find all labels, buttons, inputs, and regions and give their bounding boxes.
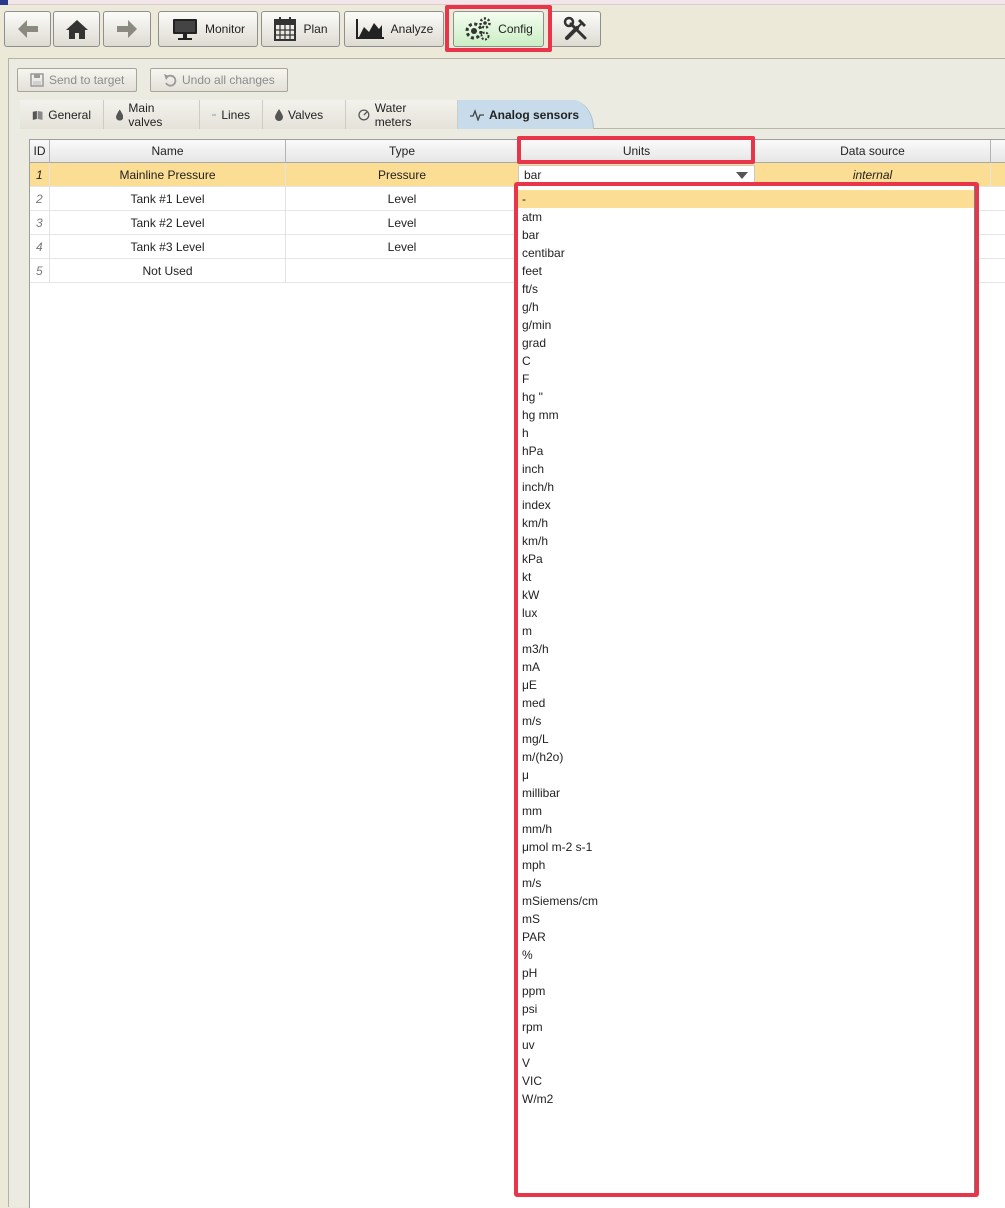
row-type[interactable] <box>286 259 519 283</box>
monitor-button[interactable]: Monitor <box>158 11 258 47</box>
row-type[interactable]: Level <box>286 187 519 211</box>
lines-icon <box>212 113 217 116</box>
tools-icon <box>563 16 586 40</box>
forward-button[interactable] <box>103 11 151 47</box>
column-header-id[interactable]: ID <box>30 140 50 163</box>
tab-general[interactable]: General <box>20 100 104 129</box>
plan-label: Plan <box>303 22 328 36</box>
book-icon <box>32 110 43 120</box>
back-button[interactable] <box>4 11 51 47</box>
undo-icon <box>164 74 177 87</box>
units-dropdown-highlight <box>514 182 979 1197</box>
water-drop-icon <box>116 108 124 121</box>
analyze-label: Analyze <box>390 22 434 36</box>
send-to-target-label: Send to target <box>49 73 125 87</box>
monitor-icon <box>172 19 197 40</box>
tab-lines-label: Lines <box>221 107 250 122</box>
tools-button[interactable] <box>550 11 601 47</box>
tab-valves[interactable]: Valves <box>263 100 346 129</box>
row-id: 1 <box>30 163 50 187</box>
send-to-target-button[interactable]: Send to target <box>17 68 138 92</box>
plan-button[interactable]: Plan <box>261 11 340 47</box>
tab-valves-label: Valves <box>288 107 324 122</box>
analyze-button[interactable]: Analyze <box>344 11 444 47</box>
tab-analog-sensors-label: Analog sensors <box>489 107 580 122</box>
pulse-icon <box>470 108 484 121</box>
row-name[interactable]: Not Used <box>50 259 286 283</box>
tab-main-valves-label: Main valves <box>128 100 163 129</box>
undo-all-changes-button[interactable]: Undo all changes <box>150 68 288 92</box>
tab-general-label: General <box>48 107 91 122</box>
monitor-label: Monitor <box>204 22 245 36</box>
area-chart-icon <box>355 19 384 39</box>
undo-all-changes-label: Undo all changes <box>182 73 275 87</box>
row-id: 4 <box>30 235 50 259</box>
arrow-right-icon <box>117 20 137 38</box>
row-id: 3 <box>30 211 50 235</box>
config-highlight <box>445 5 552 52</box>
home-button[interactable] <box>53 11 100 47</box>
config-tabs: General Main valves Lines Valves Water m… <box>20 100 1005 129</box>
row-name[interactable]: Mainline Pressure <box>50 163 286 187</box>
home-icon <box>65 20 88 39</box>
row-id: 5 <box>30 259 50 283</box>
column-header-data-source[interactable]: Data source <box>755 140 991 163</box>
row-name[interactable]: Tank #1 Level <box>50 187 286 211</box>
units-header-highlight <box>517 136 755 164</box>
row-name[interactable]: Tank #2 Level <box>50 211 286 235</box>
row-type[interactable]: Level <box>286 235 519 259</box>
tab-water-meters-label: Water meters <box>374 100 412 129</box>
calendar-icon <box>274 17 297 41</box>
tab-water-meters[interactable]: Water meters <box>346 100 458 129</box>
water-drop-icon <box>275 108 283 121</box>
column-header-name[interactable]: Name <box>50 140 286 163</box>
row-type[interactable]: Level <box>286 211 519 235</box>
arrow-left-icon <box>17 20 38 38</box>
row-id: 2 <box>30 187 50 211</box>
tab-analog-sensors[interactable]: Analog sensors <box>458 100 594 129</box>
units-combobox-value: bar <box>524 168 542 182</box>
column-header-filler <box>991 140 1005 163</box>
gauge-icon <box>358 108 370 121</box>
column-header-type[interactable]: Type <box>286 140 519 163</box>
row-type[interactable]: Pressure <box>286 163 519 187</box>
row-name[interactable]: Tank #3 Level <box>50 235 286 259</box>
save-icon <box>30 73 44 87</box>
tab-lines[interactable]: Lines <box>200 100 263 129</box>
tab-main-valves[interactable]: Main valves <box>104 100 200 129</box>
